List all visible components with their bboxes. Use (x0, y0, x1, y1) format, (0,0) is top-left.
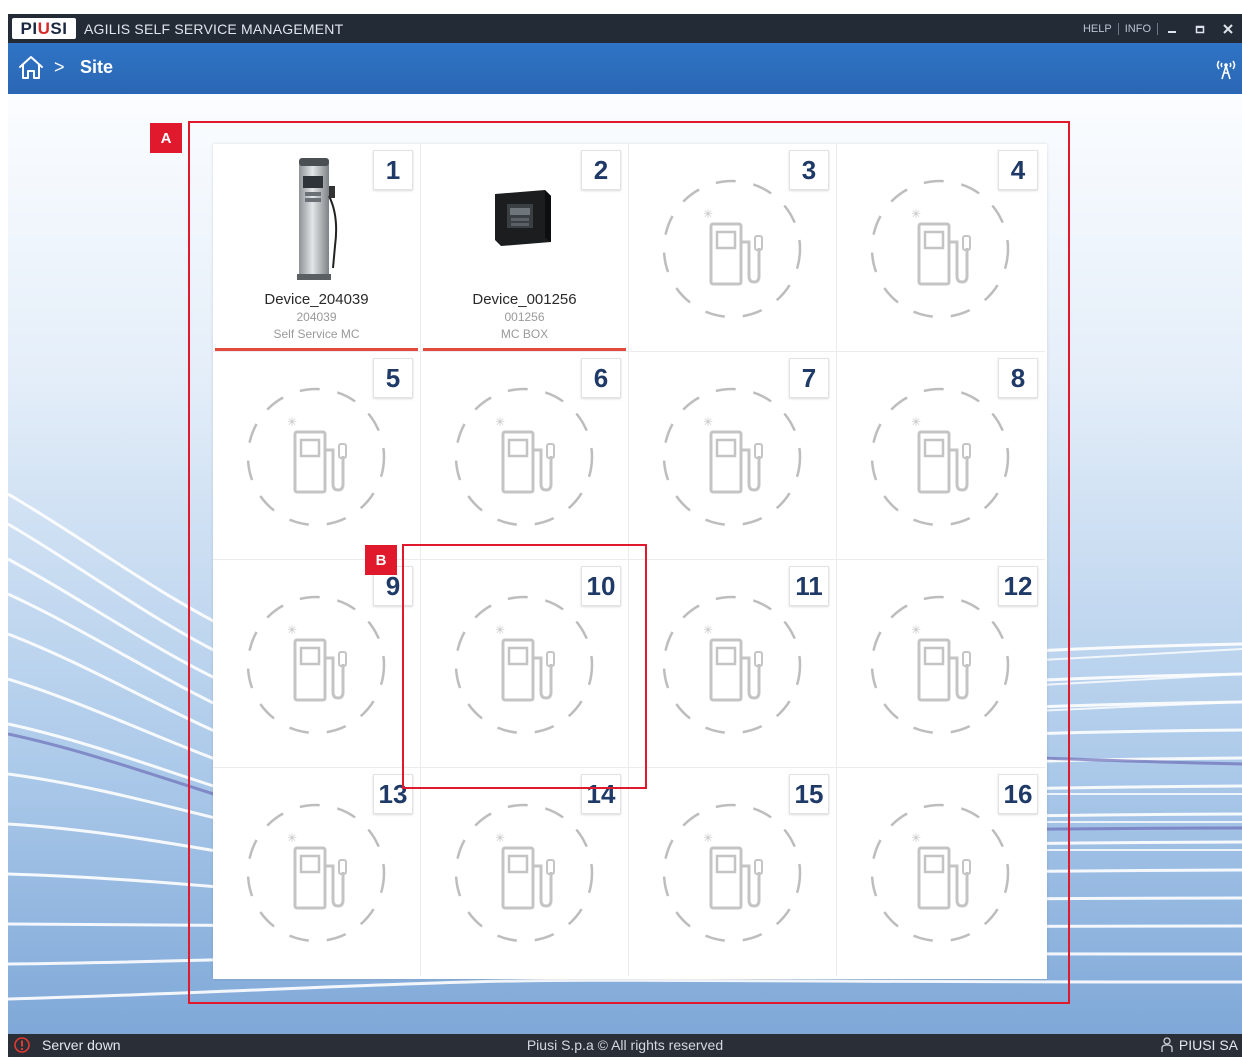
info-link[interactable]: INFO (1119, 23, 1157, 35)
app-title: AGILIS SELF SERVICE MANAGEMENT (84, 21, 344, 37)
user-info[interactable]: PIUSI SA (1161, 1037, 1238, 1053)
copyright: Piusi S.p.a © All rights reserved (526, 1037, 724, 1053)
home-icon[interactable] (18, 54, 44, 82)
minimize-icon (1168, 30, 1176, 33)
close-icon (1223, 23, 1233, 34)
annotation-label-b: B (365, 545, 397, 575)
user-name: PIUSI SA (1178, 1037, 1238, 1053)
title-bar: PI U SI AGILIS SELF SERVICE MANAGEMENT HEL… (8, 14, 1242, 43)
maximize-icon (1195, 25, 1205, 33)
status-bar: Server down Piusi S.p.a © All rights res… (8, 1034, 1242, 1057)
user-icon (1161, 1037, 1173, 1052)
annotation-label-a: A (150, 123, 182, 153)
breadcrumb-separator: > (54, 57, 65, 77)
navigation-bar: > Site (8, 43, 1242, 94)
close-button[interactable] (1214, 14, 1242, 43)
piusi-logo: PI U SI (12, 18, 76, 39)
minimize-button[interactable] (1158, 14, 1186, 43)
help-link[interactable]: HELP (1077, 23, 1118, 35)
title-bar-controls: HELP INFO (1077, 14, 1242, 43)
annotation-box-b (402, 544, 647, 789)
app-window: PI U SI AGILIS SELF SERVICE MANAGEMENT HEL… (8, 14, 1242, 1057)
antenna-icon[interactable] (1214, 55, 1238, 81)
maximize-button[interactable] (1186, 14, 1214, 43)
breadcrumb-site[interactable]: Site (80, 57, 113, 78)
